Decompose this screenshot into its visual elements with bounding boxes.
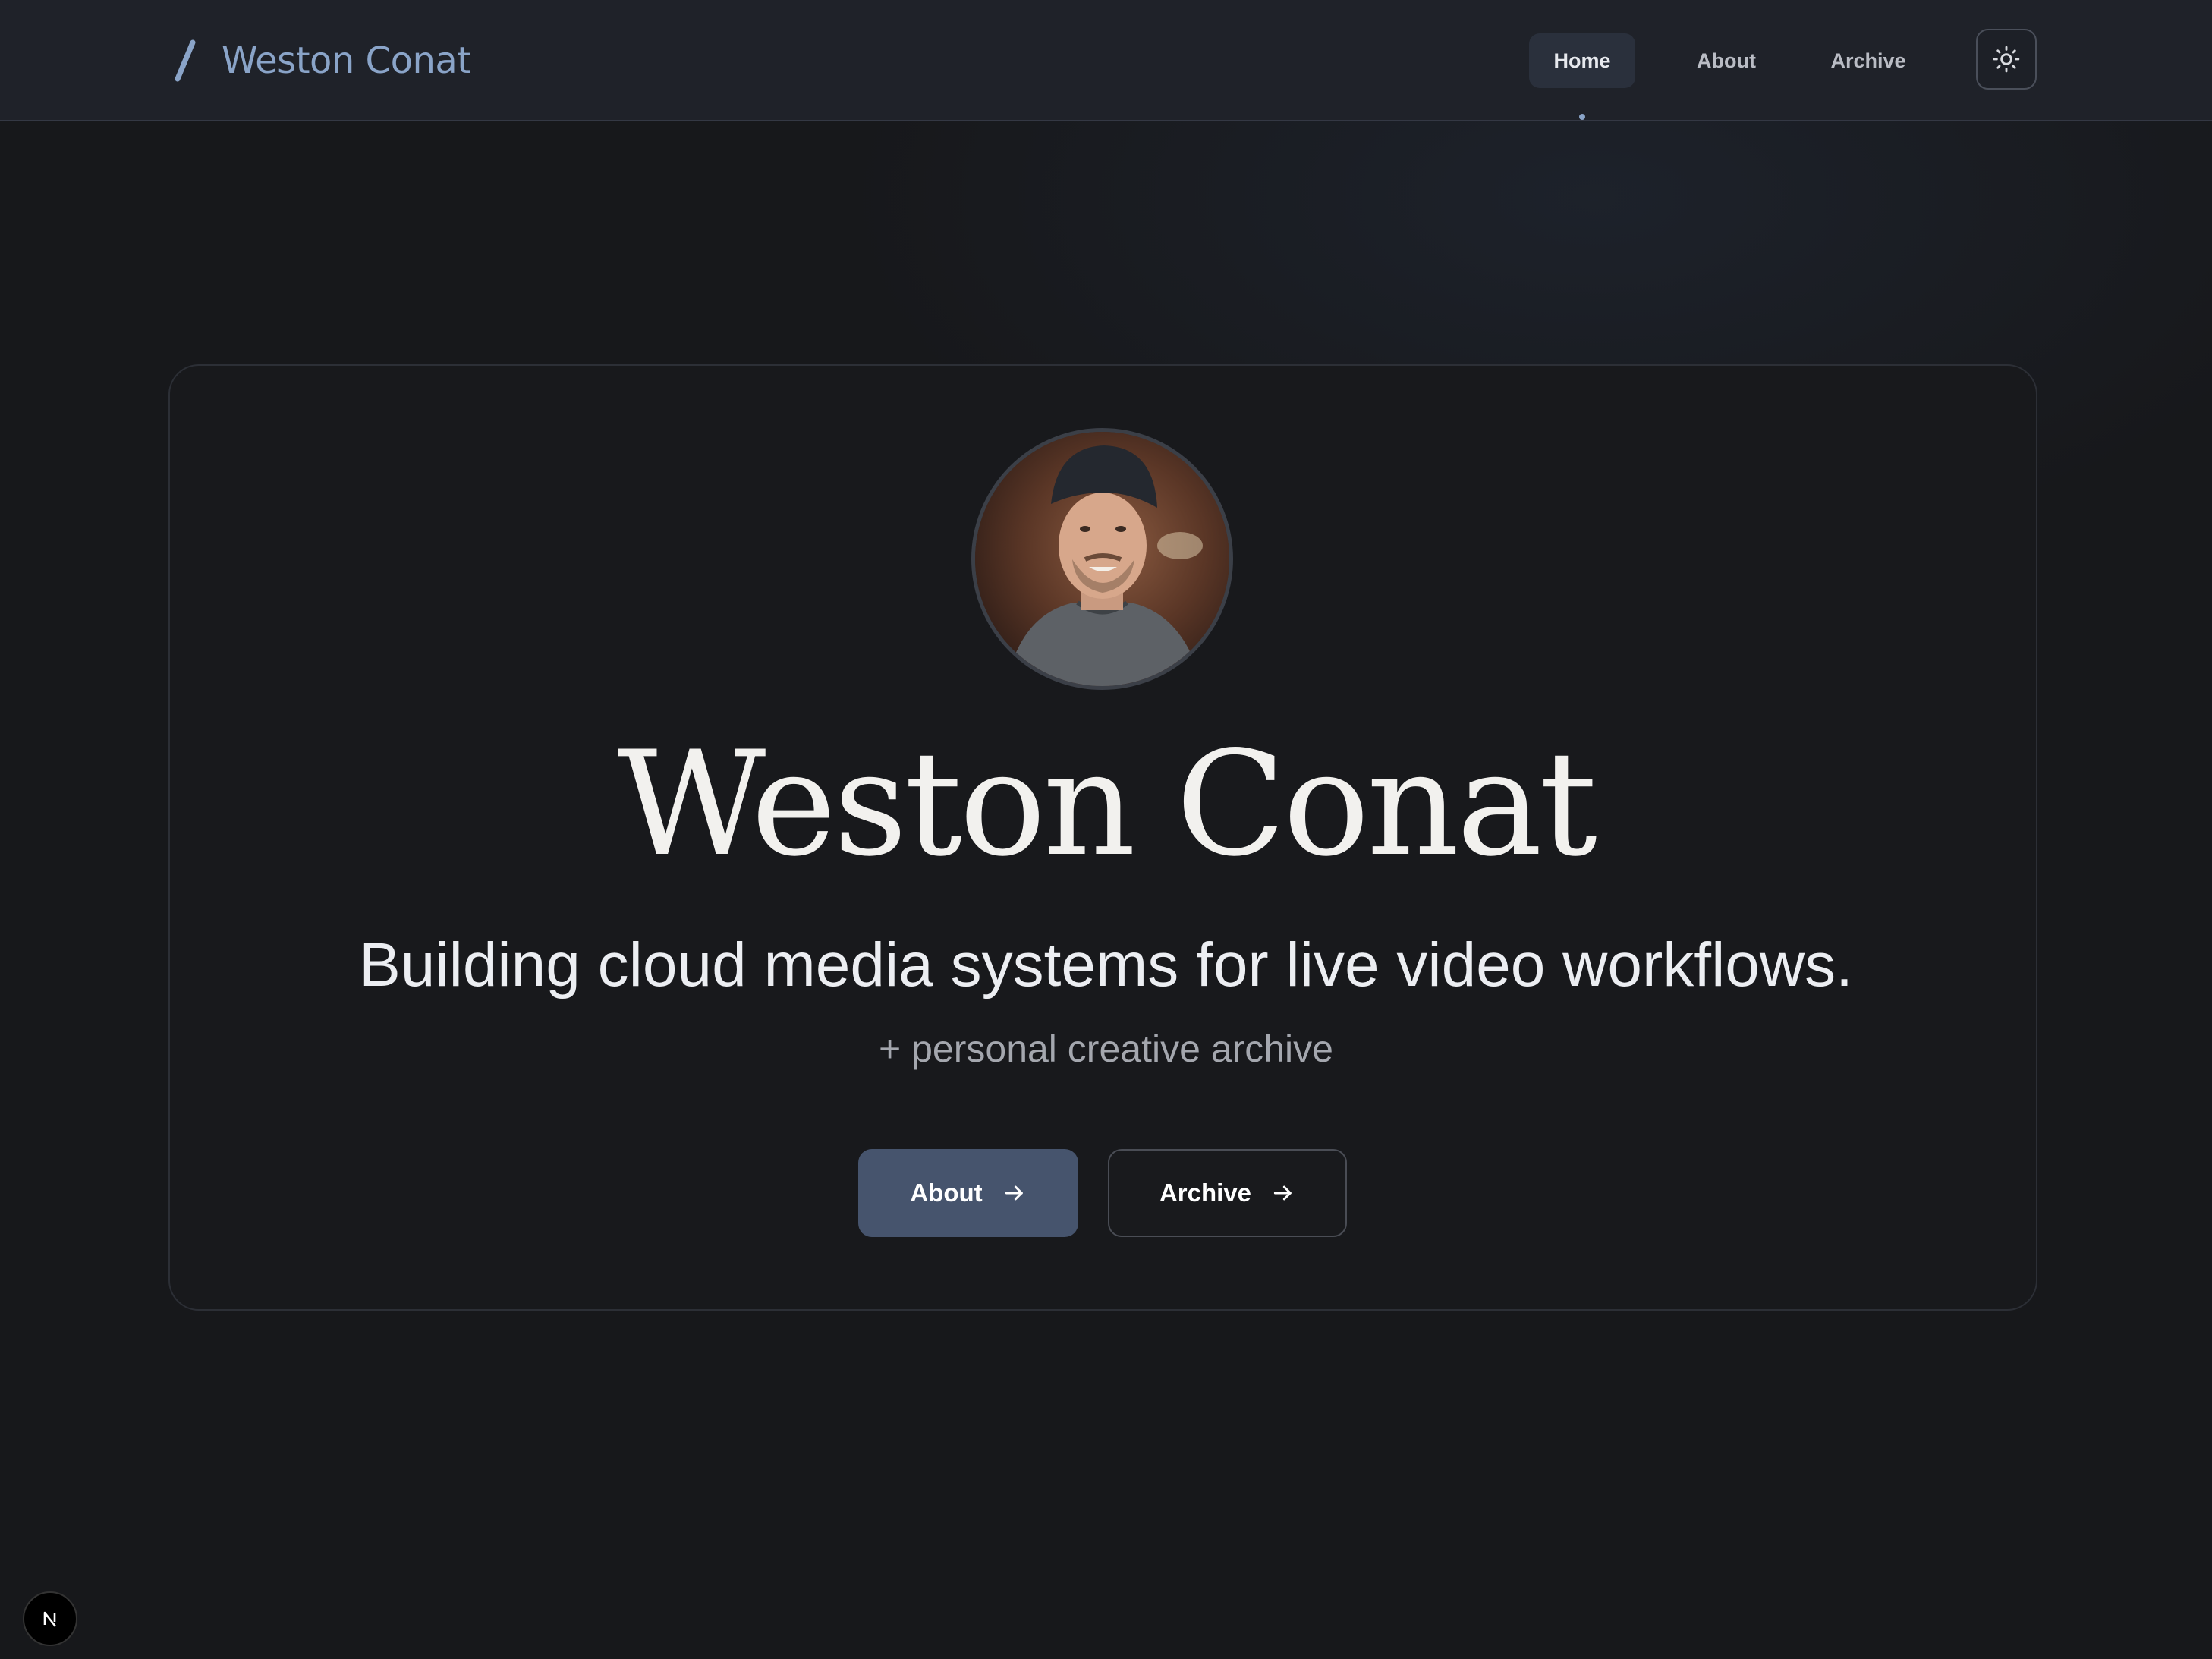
nav-home-label: Home	[1553, 49, 1611, 72]
archive-button-label: Archive	[1159, 1179, 1252, 1207]
arrow-right-icon	[1273, 1185, 1292, 1201]
brand-name: Weston Conat	[222, 39, 471, 82]
sun-icon	[1993, 46, 2020, 73]
nav-about-label: About	[1697, 49, 1756, 72]
hero-subtagline: + personal creative archive	[879, 1028, 1333, 1070]
nav-archive-label: Archive	[1830, 49, 1906, 72]
arrow-right-icon	[1005, 1185, 1023, 1201]
slash-icon	[175, 39, 196, 82]
active-indicator-dot	[1579, 114, 1585, 120]
nav-home[interactable]: Home	[1529, 33, 1635, 120]
main-nav: Home About Archive	[1529, 33, 1929, 120]
nextjs-icon	[43, 1611, 57, 1627]
profile-photo	[975, 432, 1229, 686]
hero-tagline: Building cloud media systems for live vi…	[359, 930, 1853, 999]
about-button-label: About	[910, 1179, 983, 1207]
avatar	[971, 428, 1233, 690]
hero-name: Weston Conat	[617, 720, 1597, 888]
nav-archive[interactable]: Archive	[1808, 33, 1929, 88]
nextjs-dev-badge[interactable]	[23, 1591, 77, 1646]
nav-about[interactable]: About	[1669, 33, 1783, 88]
archive-button[interactable]: Archive	[1108, 1149, 1347, 1237]
about-button[interactable]: About	[858, 1149, 1078, 1237]
theme-toggle-button[interactable]	[1976, 29, 2037, 90]
brand-link[interactable]: Weston Conat	[171, 30, 471, 91]
site-header: Weston Conat Home About Archive	[0, 0, 2212, 121]
